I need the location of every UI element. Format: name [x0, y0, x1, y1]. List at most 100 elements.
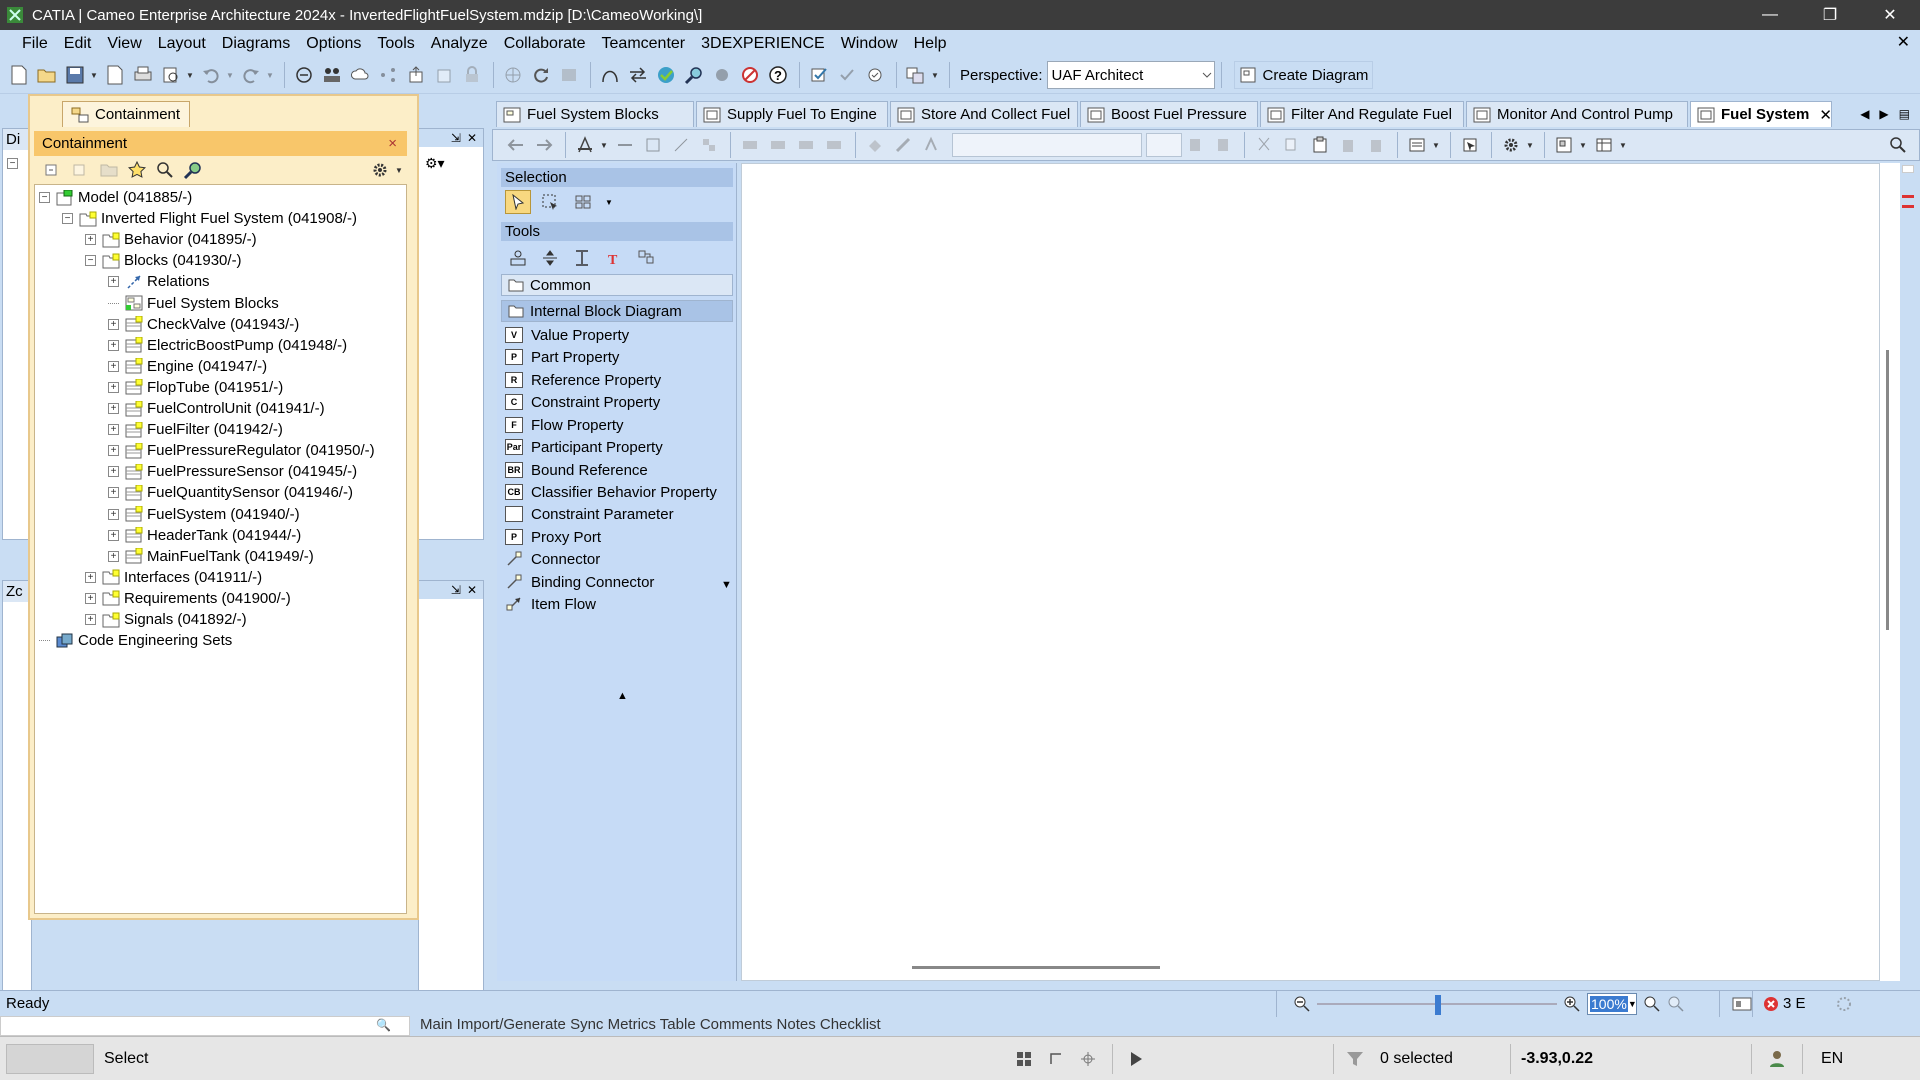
- menu-window[interactable]: Window: [833, 35, 906, 53]
- tree-item-behavior[interactable]: + Behavior (041895/-): [85, 229, 257, 250]
- pane-close-icon[interactable]: ✕: [467, 131, 477, 145]
- palette-item-participant-property[interactable]: Par Participant Property: [505, 435, 663, 459]
- collapse-icon[interactable]: −: [62, 213, 73, 225]
- diagram-layout-dropdown-icon[interactable]: ▼: [1579, 141, 1587, 150]
- split-tool-icon[interactable]: [537, 245, 563, 271]
- font-family-select[interactable]: [952, 133, 1142, 157]
- menu-analyze[interactable]: Analyze: [423, 35, 496, 53]
- perspective-select[interactable]: UAF Architect: [1046, 61, 1215, 89]
- path-icon[interactable]: [597, 62, 623, 88]
- tree-item-fuelcontrolunit[interactable]: + FuelControlUnit (041941/-): [108, 398, 325, 419]
- expand-icon[interactable]: +: [108, 360, 119, 372]
- expand-icon[interactable]: +: [108, 529, 119, 541]
- palette-item-proxy-port[interactable]: P Proxy Port: [505, 525, 601, 549]
- shape-3-icon[interactable]: [793, 132, 819, 158]
- display-icon[interactable]: [1404, 132, 1430, 158]
- pointer-tool-icon[interactable]: [505, 190, 531, 214]
- text-style-icon[interactable]: [572, 132, 598, 158]
- save-icon[interactable]: [62, 62, 88, 88]
- expand-down-icon[interactable]: ▼: [721, 579, 732, 591]
- find-element-icon[interactable]: [180, 157, 206, 183]
- tab-supply-fuel-to-engine[interactable]: Supply Fuel To Engine: [696, 101, 888, 127]
- tab-fuel-system-blocks[interactable]: Fuel System Blocks: [496, 101, 694, 127]
- tree-item-engine[interactable]: + Engine (041947/-): [108, 356, 267, 377]
- shape-1-icon[interactable]: [737, 132, 763, 158]
- stop-icon[interactable]: [737, 62, 763, 88]
- tab-list-icon[interactable]: ▤: [1899, 107, 1910, 121]
- refresh-icon[interactable]: [528, 62, 554, 88]
- zoom-input[interactable]: 100% ▼: [1587, 992, 1640, 1015]
- menu-layout[interactable]: Layout: [150, 35, 214, 53]
- display-dropdown-icon[interactable]: ▼: [1432, 141, 1440, 150]
- create-diagram-button[interactable]: Create Diagram: [1233, 61, 1374, 89]
- palette-item-value-property[interactable]: V Value Property: [505, 323, 629, 347]
- check-edit-icon[interactable]: [806, 62, 832, 88]
- expand-icon[interactable]: +: [108, 403, 119, 414]
- search-icon[interactable]: [152, 157, 178, 183]
- expand-icon[interactable]: +: [108, 339, 119, 351]
- expand-icon[interactable]: +: [108, 318, 119, 330]
- containment-tree[interactable]: − Model (041885/-) − Inverted Flight Fuel S…: [34, 184, 407, 914]
- share-icon[interactable]: [375, 62, 401, 88]
- user-icon[interactable]: [1768, 1050, 1786, 1068]
- path-style-icon[interactable]: [612, 132, 638, 158]
- select-in-tree-icon[interactable]: [1457, 132, 1483, 158]
- tree-item-code-engineering-sets[interactable]: Code Engineering Sets: [39, 630, 232, 651]
- diagram-settings-icon[interactable]: [1498, 132, 1524, 158]
- table-icon[interactable]: [1591, 132, 1617, 158]
- tab-close-icon[interactable]: ✕: [1819, 106, 1831, 124]
- favorite-icon[interactable]: [124, 157, 150, 183]
- save-dropdown-icon[interactable]: ▼: [90, 71, 98, 80]
- gear-icon[interactable]: ⚙▾: [419, 147, 483, 180]
- folder-icon[interactable]: [96, 157, 122, 183]
- expand-icon[interactable]: +: [85, 614, 96, 625]
- diagram-search-icon[interactable]: [1885, 132, 1911, 158]
- layout-dropdown-icon[interactable]: ▼: [931, 71, 939, 80]
- validate-icon[interactable]: [291, 62, 317, 88]
- simulation-icon[interactable]: [653, 62, 679, 88]
- help-icon[interactable]: ?: [765, 62, 791, 88]
- side-pane-expander[interactable]: −: [7, 158, 27, 169]
- cloud-icon[interactable]: [347, 62, 373, 88]
- marquee-select-icon[interactable]: [537, 189, 563, 215]
- tree-item-inverted-flight-fuel-system[interactable]: − Inverted Flight Fuel System (041908/-): [62, 208, 357, 229]
- zoom-in-icon[interactable]: [1563, 995, 1581, 1013]
- swap-icon[interactable]: [625, 62, 651, 88]
- tree-item-signals[interactable]: + Signals (041892/-): [85, 609, 247, 630]
- expand-icon[interactable]: +: [85, 234, 96, 246]
- menu-tools[interactable]: Tools: [369, 35, 422, 53]
- record-icon[interactable]: [709, 62, 735, 88]
- palette-item-classifier-behavior-property[interactable]: CB Classifier Behavior Property: [505, 480, 717, 504]
- menu-view[interactable]: View: [99, 35, 149, 53]
- tree-item-headertank[interactable]: + HeaderTank (041944/-): [108, 525, 301, 546]
- palette-item-binding-connector[interactable]: Binding Connector: [505, 570, 654, 594]
- close-window-button[interactable]: ✕: [1860, 0, 1920, 30]
- tree-item-fuelsystem[interactable]: + FuelSystem (041940/-): [108, 504, 300, 525]
- print-preview-icon[interactable]: [158, 62, 184, 88]
- expand-icon[interactable]: +: [108, 487, 119, 499]
- common-group[interactable]: Common: [501, 274, 733, 296]
- menu-file[interactable]: File: [14, 35, 56, 53]
- lock-icon[interactable]: [459, 62, 485, 88]
- tree-item-fuelpressureregulator[interactable]: + FuelPressureRegulator (041950/-): [108, 440, 375, 461]
- anchor-tool-icon[interactable]: [633, 245, 659, 271]
- settings-dropdown-icon[interactable]: ▼: [395, 166, 403, 175]
- palette-item-reference-property[interactable]: R Reference Property: [505, 368, 661, 392]
- palette-item-flow-property[interactable]: F Flow Property: [505, 413, 624, 437]
- close-icon[interactable]: ×: [388, 135, 397, 152]
- zoom-reset-icon[interactable]: [1667, 995, 1685, 1013]
- lasso-select-icon[interactable]: [571, 189, 597, 215]
- pin-icon[interactable]: ⇲: [451, 131, 461, 145]
- tree-item-fuelpressuresensor[interactable]: + FuelPressureSensor (041945/-): [108, 461, 357, 482]
- zoom-slider[interactable]: [1317, 994, 1557, 1015]
- shape-2-icon[interactable]: [765, 132, 791, 158]
- pin-icon[interactable]: ⇲: [451, 583, 461, 597]
- palette-item-part-property[interactable]: P Part Property: [505, 345, 619, 369]
- users-icon[interactable]: [319, 62, 345, 88]
- redo-dropdown-icon[interactable]: ▼: [266, 71, 274, 80]
- zoom-dropdown-icon[interactable]: ▼: [1628, 999, 1640, 1009]
- play-icon[interactable]: [1129, 1051, 1143, 1067]
- forward-icon[interactable]: [531, 132, 557, 158]
- menu-diagrams[interactable]: Diagrams: [214, 35, 298, 53]
- expand-icon[interactable]: +: [108, 276, 119, 288]
